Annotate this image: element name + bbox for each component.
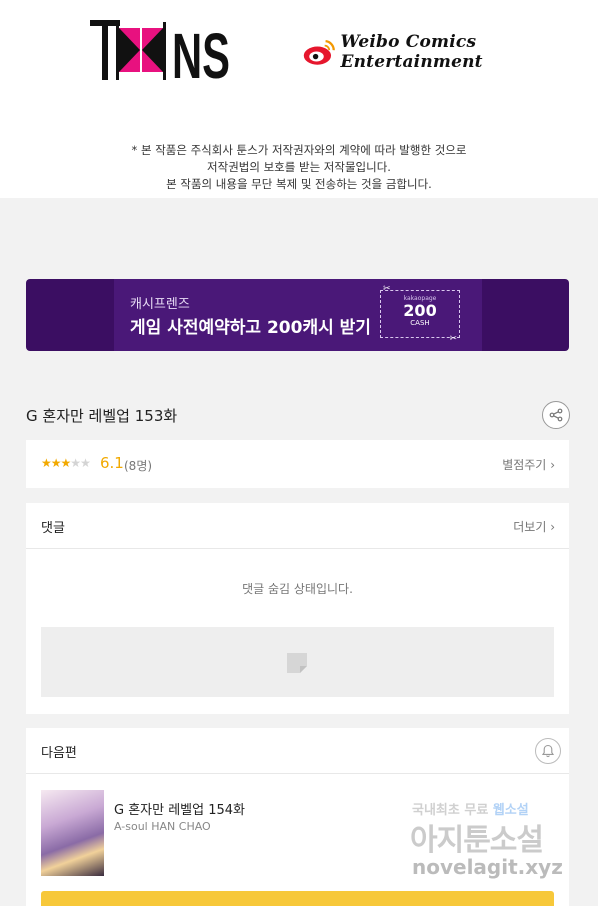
next-episode-section-title: 다음편 <box>41 746 77 761</box>
next-episode-header: 다음편 <box>26 728 569 774</box>
scissors-icon: ✂ <box>383 284 391 294</box>
top-header: NS Weibo Comics Entertainment * 본 작품은 주식… <box>0 0 598 198</box>
weibo-icon <box>303 39 335 65</box>
watermark-url: novelagit.xyz <box>412 855 563 879</box>
banner-subtitle: 캐시프렌즈 <box>130 297 190 312</box>
next-episode-author: A-soul HAN CHAO <box>114 820 211 833</box>
episode-title: G 혼자만 레벨업 153화 <box>26 407 178 425</box>
toons-logo: NS <box>90 20 230 82</box>
share-icon <box>549 408 563 422</box>
star-empty-icon: ★ <box>80 456 91 470</box>
site-watermark: 국내최초 무료 웹소설 아지툰소설 novelagit.xyz <box>410 797 580 887</box>
rating-card: ★★★★★ 6.1 (8명) 별점주기 › <box>26 440 569 488</box>
comments-header: 댓글 더보기 › <box>26 503 569 549</box>
star-filled-icon: ★ <box>50 456 62 470</box>
comments-card: 댓글 더보기 › 댓글 숨김 상태입니다. <box>26 503 569 714</box>
weibo-comics-logo: Weibo Comics Entertainment <box>302 32 598 72</box>
star-filled-icon: ★ <box>41 456 52 470</box>
rating-stars: ★★★★★ <box>41 456 91 470</box>
rate-button-label: 별점주기 <box>502 458 547 472</box>
watermark-brand: 아지툰소설 <box>410 823 544 858</box>
chevron-right-icon: › <box>550 520 555 534</box>
coupon-unit: CASH <box>410 319 430 327</box>
banner-title: 게임 사전예약하고 200캐시 받기 <box>130 318 371 338</box>
notice-line: * 본 작품은 주식회사 툰스가 저작권자와의 계약에 따라 발행한 것으로 <box>131 143 467 157</box>
comments-hidden-message: 댓글 숨김 상태입니다. <box>242 582 353 596</box>
cash-friends-banner[interactable]: 캐시프렌즈 게임 사전예약하고 200캐시 받기 kakaopage 200 C… <box>26 279 569 351</box>
notice-line: 저작권법의 보호를 받는 저작물입니다. <box>207 160 391 174</box>
rating-score: 6.1 <box>100 454 124 472</box>
star-filled-icon: ★ <box>60 456 72 470</box>
coupon-amount: 200 <box>403 301 437 320</box>
next-episode-thumbnail[interactable] <box>41 790 104 876</box>
rating-count: (8명) <box>124 459 153 473</box>
svg-text:NS: NS <box>172 20 230 82</box>
star-empty-icon: ★ <box>70 456 81 470</box>
notification-button[interactable] <box>535 738 561 764</box>
next-episode-title[interactable]: G 혼자만 레벨업 154화 <box>114 799 245 818</box>
share-button[interactable] <box>542 401 570 429</box>
copyright-notice: * 본 작품은 주식회사 툰스가 저작권자와의 계약에 따라 발행한 것으로 저… <box>0 142 598 193</box>
comments-title: 댓글 <box>41 521 65 536</box>
image-placeholder-icon <box>287 653 307 673</box>
comments-more-button[interactable]: 더보기 › <box>513 518 555 535</box>
scissors-icon: ✂ <box>449 334 457 344</box>
bell-icon <box>541 744 555 758</box>
cash-coupon: kakaopage 200 CASH ✂ ✂ <box>380 284 460 344</box>
ad-placeholder[interactable] <box>41 627 554 697</box>
weibo-brand-text: Weibo Comics Entertainment <box>340 32 483 72</box>
rate-button[interactable]: 별점주기 › <box>502 456 555 473</box>
chevron-right-icon: › <box>550 458 555 472</box>
notice-line: 본 작품의 내용을 무단 복제 및 전송하는 것을 금합니다. <box>166 177 432 191</box>
more-label: 더보기 <box>513 520 547 534</box>
view-next-button[interactable] <box>41 891 554 906</box>
